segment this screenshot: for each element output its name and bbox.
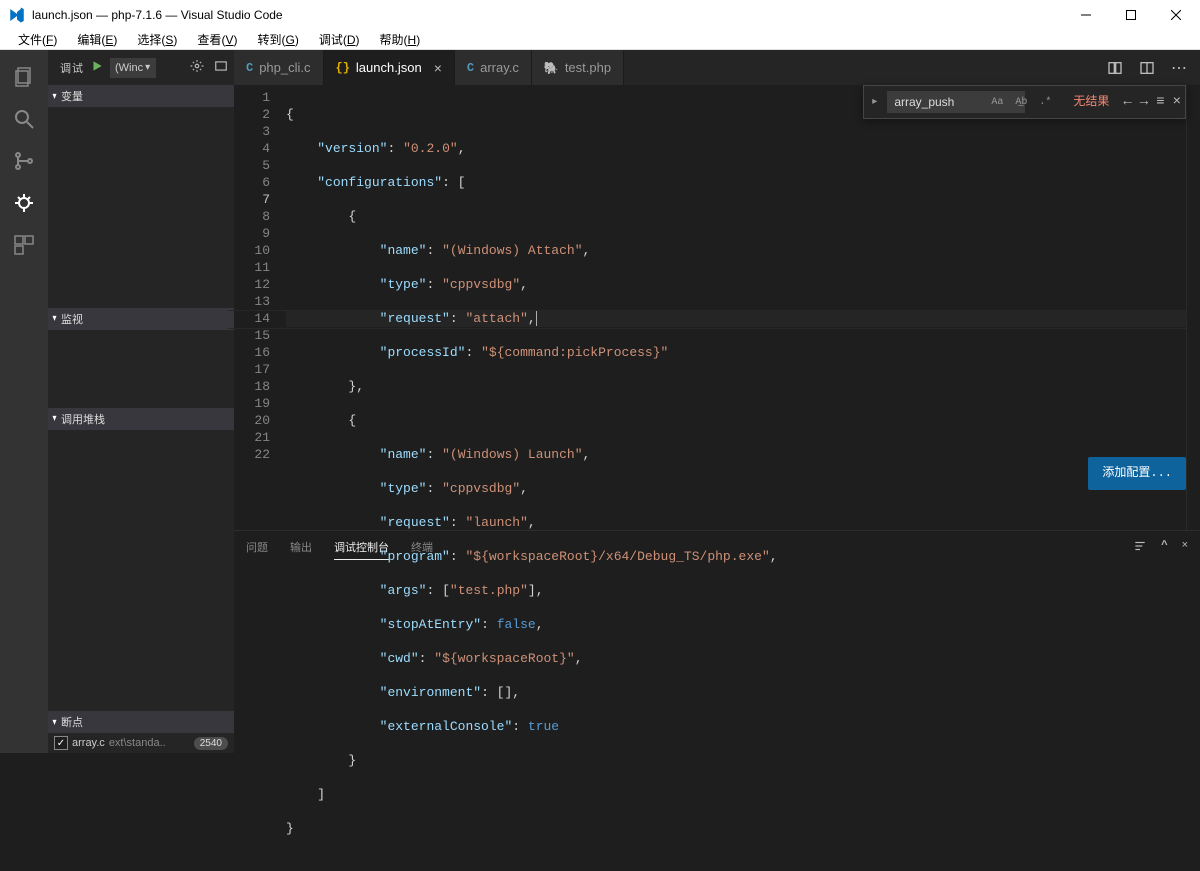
section-watch[interactable]: ▾监视 xyxy=(48,308,234,330)
breakpoint-path: ext\standa.. xyxy=(109,737,166,749)
compare-icon[interactable] xyxy=(1106,59,1124,77)
section-variables[interactable]: ▾变量 xyxy=(48,85,234,107)
debug-sidebar: 调试 (Winc▾ ▾变量 ▾监视 ▾调用堆栈 ▾断点 ✓ array.c ex… xyxy=(48,50,234,753)
find-selection-icon[interactable]: ≡ xyxy=(1156,94,1164,111)
debug-icon[interactable] xyxy=(0,182,48,224)
regex-icon[interactable]: .* xyxy=(1035,92,1055,113)
tab-test-php[interactable]: 🐘test.php xyxy=(532,50,624,85)
menu-debug[interactable]: 调试(D) xyxy=(309,29,370,50)
tab-array-c[interactable]: Carray.c xyxy=(455,50,532,85)
editor-tabbar: Cphp_cli.c {}launch.json× Carray.c 🐘test… xyxy=(234,50,1200,85)
close-icon[interactable]: × xyxy=(434,60,442,76)
debug-config-select[interactable]: (Winc▾ xyxy=(110,58,156,78)
extensions-icon[interactable] xyxy=(0,224,48,266)
window-titlebar: launch.json — php-7.1.6 — Visual Studio … xyxy=(0,0,1200,29)
git-icon[interactable] xyxy=(0,140,48,182)
breakpoint-line: 2540 xyxy=(194,737,228,750)
editor-group: Cphp_cli.c {}launch.json× Carray.c 🐘test… xyxy=(234,50,1200,753)
vscode-icon xyxy=(8,6,26,24)
window-minimize-button[interactable] xyxy=(1063,0,1108,29)
match-case-icon[interactable]: Aa xyxy=(987,92,1007,113)
menu-goto[interactable]: 转到(G) xyxy=(247,29,308,50)
section-callstack[interactable]: ▾调用堆栈 xyxy=(48,408,234,430)
section-breakpoints[interactable]: ▾断点 xyxy=(48,711,234,733)
menu-file[interactable]: 文件(F) xyxy=(8,29,67,50)
window-close-button[interactable] xyxy=(1153,0,1198,29)
find-next-icon[interactable]: → xyxy=(1140,94,1148,111)
more-icon[interactable]: ⋯ xyxy=(1170,59,1188,77)
add-configuration-button[interactable]: 添加配置... xyxy=(1088,457,1186,490)
window-title: launch.json — php-7.1.6 — Visual Studio … xyxy=(32,8,1063,22)
menu-view[interactable]: 查看(V) xyxy=(187,29,247,50)
debug-console-icon[interactable] xyxy=(214,59,228,76)
tab-php-cli-c[interactable]: Cphp_cli.c xyxy=(234,50,324,85)
debug-title: 调试 xyxy=(60,60,84,76)
search-icon[interactable] xyxy=(0,98,48,140)
breakpoint-file: array.c xyxy=(72,737,105,749)
files-icon[interactable] xyxy=(0,56,48,98)
code-area[interactable]: { "version": "0.2.0", "configurations": … xyxy=(280,85,1186,530)
debug-start-button[interactable] xyxy=(90,59,104,76)
find-result: 无结果 xyxy=(1061,94,1117,111)
menubar: 文件(F) 编辑(E) 选择(S) 查看(V) 转到(G) 调试(D) 帮助(H… xyxy=(0,29,1200,50)
match-word-icon[interactable]: A͟b xyxy=(1011,92,1031,113)
activity-bar xyxy=(0,50,48,753)
find-toggle-replace[interactable]: ▸ xyxy=(868,94,881,111)
line-gutter: 12345678910111213141516171819202122 xyxy=(234,85,280,530)
menu-help[interactable]: 帮助(H) xyxy=(370,29,431,50)
split-editor-icon[interactable] xyxy=(1138,59,1156,77)
code-editor[interactable]: 12345678910111213141516171819202122 { "v… xyxy=(234,85,1200,530)
gear-icon[interactable] xyxy=(190,59,204,76)
breakpoint-row[interactable]: ✓ array.c ext\standa.. 2540 xyxy=(48,733,234,753)
tab-launch-json[interactable]: {}launch.json× xyxy=(324,50,455,85)
menu-select[interactable]: 选择(S) xyxy=(127,29,187,50)
minimap[interactable] xyxy=(1186,85,1200,530)
window-maximize-button[interactable] xyxy=(1108,0,1153,29)
find-prev-icon[interactable]: ← xyxy=(1123,94,1131,111)
menu-edit[interactable]: 编辑(E) xyxy=(67,29,127,50)
find-close-icon[interactable]: × xyxy=(1173,94,1181,111)
panel-tab-problems[interactable]: 问题 xyxy=(246,535,268,559)
checkbox-icon[interactable]: ✓ xyxy=(54,736,68,750)
find-widget: ▸ Aa A͟b .* 无结果 ← → ≡ × xyxy=(863,85,1186,119)
